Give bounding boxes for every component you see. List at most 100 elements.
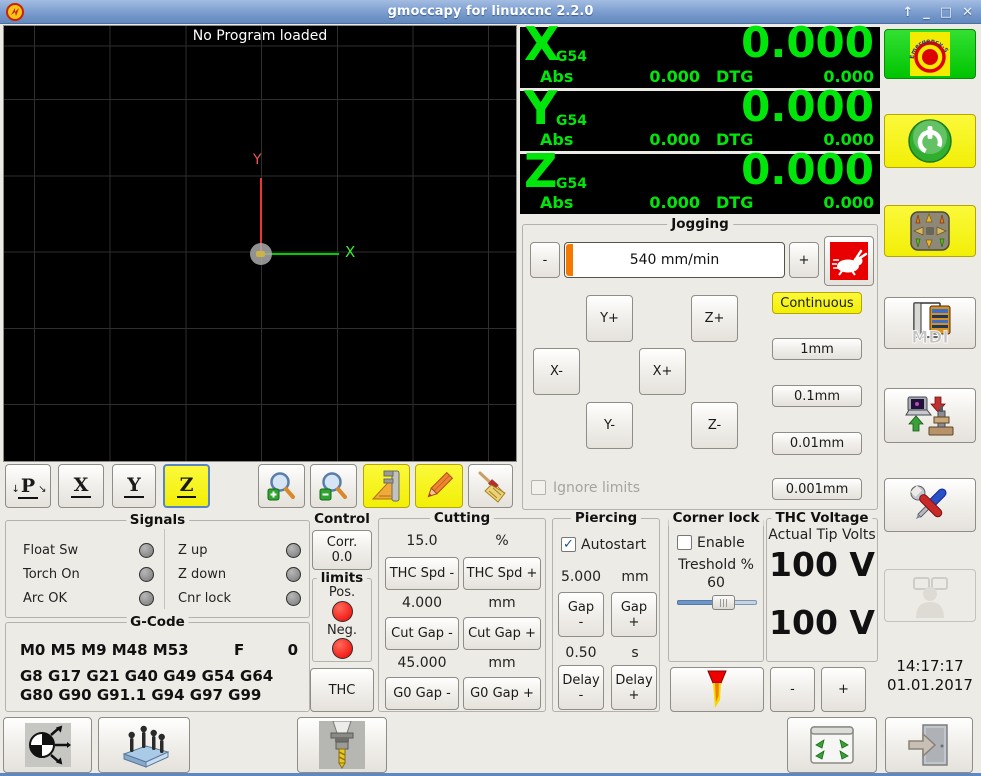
jog-speed-value: 540 mm/min: [629, 252, 720, 268]
zoom-in-button[interactable]: [258, 464, 305, 508]
cut-gap-minus-button[interactable]: Cut Gap -: [385, 617, 459, 650]
threshold-label: Treshold %: [678, 557, 754, 573]
increment-001mm-button[interactable]: 0.01mm: [772, 432, 862, 455]
gmoccapy-window: gmoccapy for linuxcnc 2.2.0 ↑ _ □ ✕ No P…: [0, 0, 981, 776]
touch-off-button[interactable]: [3, 717, 92, 773]
estop-button[interactable]: Emergency-Stop: [884, 29, 976, 79]
cut-gap-unit: mm: [488, 595, 516, 611]
mode-mdi-button[interactable]: MDI: [884, 297, 976, 349]
jog-y-minus-button[interactable]: Y-: [586, 402, 633, 449]
dro-z-system: G54: [556, 176, 587, 192]
touch-off-icon: [24, 723, 71, 767]
threshold-slider-handle[interactable]: [712, 595, 736, 610]
limit-pos-led: [332, 601, 353, 622]
settings-button[interactable]: [884, 478, 976, 532]
jog-y-plus-button[interactable]: Y+: [586, 295, 633, 342]
g0-gap-plus-button[interactable]: G0 Gap +: [463, 677, 541, 710]
ignore-limits-label: Ignore limits: [553, 480, 641, 496]
jog-x-plus-button[interactable]: X+: [639, 348, 686, 395]
corner-lock-title: Corner lock: [668, 510, 764, 526]
mode-manual-button[interactable]: [884, 205, 976, 257]
voltage-minus-button[interactable]: -: [770, 667, 815, 712]
zoom-in-icon: [267, 472, 295, 501]
jog-speed-minus-button[interactable]: -: [530, 242, 560, 278]
minimize-button[interactable]: _: [923, 5, 930, 20]
autostart-checkbox[interactable]: [561, 537, 576, 552]
spindle-tool-icon: [319, 721, 365, 769]
dro-axis-y[interactable]: Y G54 0.000 Abs 0.000 DTG 0.000: [520, 81, 880, 151]
increment-01mm-button[interactable]: 0.1mm: [772, 385, 862, 407]
zoom-out-button[interactable]: [310, 464, 357, 508]
pierce-delay-plus-button[interactable]: Delay +: [611, 665, 657, 710]
pierce-gap-minus-button[interactable]: Gap -: [558, 592, 604, 637]
clock-time: 14:17:17: [896, 657, 964, 675]
cutting-frame: Cutting 15.0 % THC Spd - THC Spd + 4.000…: [378, 510, 546, 712]
x-axis-label: X: [345, 243, 356, 261]
pierce-delay-minus-button[interactable]: Delay -: [558, 665, 604, 710]
exit-button[interactable]: [885, 717, 973, 773]
increment-0001mm-button[interactable]: 0.001mm: [772, 478, 862, 500]
thc-speed-minus-button[interactable]: THC Spd -: [385, 557, 459, 590]
draw-mode-button[interactable]: [415, 464, 463, 508]
height-correction-button[interactable]: Corr. 0.0: [312, 530, 372, 570]
zoom-out-icon: [319, 472, 347, 501]
jog-z-plus-button[interactable]: Z+: [691, 295, 738, 342]
increment-continuous-button[interactable]: Continuous: [772, 292, 862, 314]
signal-z-down-led: [286, 567, 301, 582]
maximize-button[interactable]: □: [940, 5, 952, 20]
thc-enable-button[interactable]: THC: [310, 668, 374, 712]
threshold-value: 60: [707, 575, 725, 591]
pierce-gap-plus-button[interactable]: Gap +: [611, 592, 657, 637]
thc-speed-value: 15.0: [406, 533, 438, 549]
y-axis-label: Y: [253, 152, 262, 168]
dro-axis-x[interactable]: X G54 0.000 Abs 0.000 DTG 0.000: [520, 17, 880, 88]
threshold-slider[interactable]: [677, 595, 757, 610]
voltage-plus-button[interactable]: +: [821, 667, 866, 712]
preview-canvas[interactable]: No Program loaded Y X: [3, 25, 517, 462]
increment-1mm-button[interactable]: 1mm: [772, 338, 862, 360]
fullscreen-icon: [810, 726, 854, 764]
jog-speed-plus-button[interactable]: +: [789, 242, 819, 278]
view-y-button[interactable]: Y: [112, 464, 156, 508]
thc-voltage-title: THC Voltage: [771, 510, 873, 526]
corner-lock-enable-checkbox[interactable]: [677, 535, 692, 550]
dro-axis-z[interactable]: Z G54 0.000 Abs 0.000 DTG 0.000: [520, 144, 880, 214]
tools-icon: [910, 485, 947, 520]
view-p-label: P: [17, 474, 39, 499]
shade-button[interactable]: ↑: [902, 5, 913, 20]
cut-gap-value: 4.000: [401, 595, 443, 611]
cut-gap-plus-button[interactable]: Cut Gap +: [463, 617, 541, 650]
machine-on-button[interactable]: [884, 114, 976, 168]
close-button[interactable]: ✕: [962, 5, 973, 20]
mode-auto-button[interactable]: [884, 388, 976, 443]
dro-y-abs-value: 0.000: [649, 130, 700, 149]
limits-title: limits: [316, 570, 368, 586]
torch-button[interactable]: [670, 667, 764, 712]
view-z-button[interactable]: Z: [163, 464, 210, 508]
limit-neg-label: Neg.: [326, 623, 358, 638]
tool-settings-button[interactable]: [297, 717, 387, 773]
clear-preview-button[interactable]: [468, 464, 513, 508]
jogging-title: Jogging: [667, 216, 733, 232]
tip-volts-value-bottom: 100 V: [769, 603, 875, 642]
signal-torch-on-led: [139, 567, 154, 582]
thc-speed-plus-button[interactable]: THC Spd +: [463, 557, 541, 590]
dro-y-system: G54: [556, 113, 587, 129]
fullscreen-button[interactable]: [787, 717, 877, 773]
thc-speed-unit: %: [495, 533, 509, 549]
g0-gap-minus-button[interactable]: G0 Gap -: [385, 677, 459, 710]
pierce-height-unit: mm: [621, 569, 649, 585]
jog-pad-icon: [910, 211, 950, 251]
touch-plate-button[interactable]: [98, 717, 190, 773]
view-perspective-button[interactable]: ↓P ↘: [5, 464, 51, 508]
jog-turbo-button[interactable]: [824, 236, 874, 286]
clock-date: 01.01.2017: [887, 676, 973, 694]
ignore-limits-checkbox[interactable]: [531, 480, 546, 495]
view-x-button[interactable]: X: [58, 464, 104, 508]
show-dimensions-button[interactable]: [363, 464, 410, 508]
jog-x-minus-button[interactable]: X-: [533, 348, 580, 395]
jog-z-minus-button[interactable]: Z-: [691, 402, 738, 449]
active-m-codes: M0 M5 M9 M48 M53: [20, 641, 189, 659]
user-settings-button[interactable]: [884, 569, 976, 622]
exit-door-icon: [908, 724, 948, 766]
